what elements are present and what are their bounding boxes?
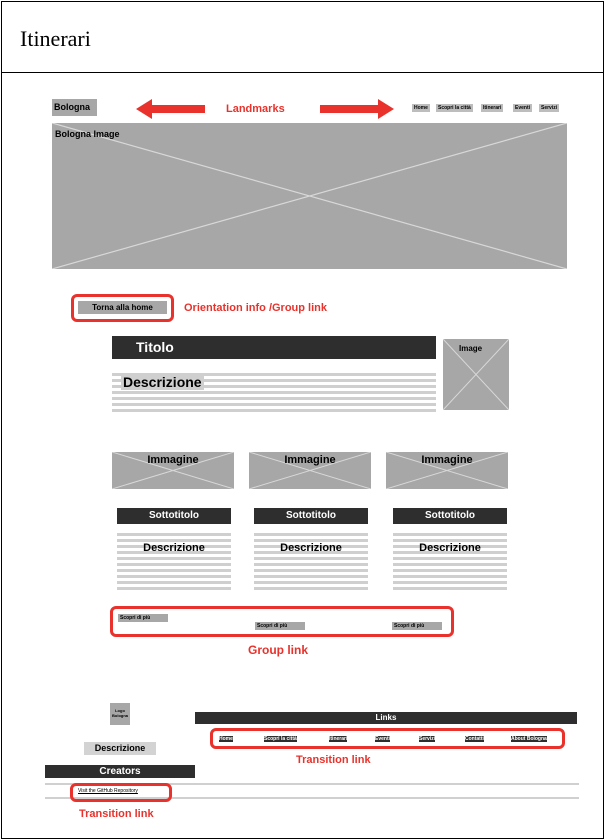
links-transition-annotation: Transition link	[296, 754, 371, 766]
nav-scopri[interactable]: Scopri la città	[436, 104, 473, 112]
nav-home[interactable]: Home	[412, 104, 430, 112]
footer-link-scopri[interactable]: Scopri la città	[264, 736, 297, 742]
creators-bar: Creators	[45, 765, 195, 778]
nav-servizi[interactable]: Servizi	[539, 104, 560, 112]
intro-image: Image	[443, 339, 509, 410]
card-image: Immagine	[386, 452, 508, 489]
card-description-block: Descrizione	[393, 530, 507, 592]
hero-image: Bologna Image	[52, 123, 567, 269]
footer-link-about[interactable]: About Bologna	[511, 736, 547, 742]
intro-description-block: Descrizione	[112, 370, 436, 412]
hero-label: Bologna Image	[55, 129, 120, 139]
intro-image-label: Image	[459, 344, 483, 353]
card-description-block: Descrizione	[117, 530, 231, 592]
landmarks-annotation: Landmarks	[226, 103, 285, 115]
repo-transition-annotation: Transition link	[79, 808, 154, 820]
nav-itinerari[interactable]: Itinerari	[481, 104, 504, 112]
card-image-label: Immagine	[421, 454, 473, 466]
intro-description: Descrizione	[121, 374, 204, 390]
footer-link-contatti[interactable]: Contatti	[465, 736, 484, 742]
card-image: Immagine	[249, 452, 371, 489]
orientation-annotation: Orientation info /Group link	[184, 302, 327, 314]
footer-logo[interactable]: Logo Bologna	[110, 703, 130, 725]
card-image-label: Immagine	[284, 454, 336, 466]
card-link[interactable]: Scopri di più	[118, 614, 168, 622]
card-subtitle: Sottotitolo	[117, 508, 231, 524]
footer-link-home[interactable]: Home	[219, 736, 233, 742]
header-divider	[1, 72, 604, 73]
footer-description: Descrizione	[84, 742, 156, 755]
card-link[interactable]: Scopri di più	[392, 622, 442, 630]
card-description: Descrizione	[280, 542, 342, 554]
card-description-block: Descrizione	[254, 530, 368, 592]
arrow-left-icon	[136, 99, 205, 119]
nav-eventi[interactable]: Eventi	[513, 104, 533, 112]
footer-link-eventi[interactable]: Eventi	[375, 736, 391, 742]
card-description: Descrizione	[419, 542, 481, 554]
links-bar: Links	[195, 712, 577, 724]
back-home-link[interactable]: Torna alla home	[78, 301, 167, 314]
site-logo[interactable]: Bologna	[52, 99, 97, 116]
arrow-right-icon	[320, 99, 394, 119]
card-subtitle: Sottotitolo	[393, 508, 507, 524]
card-link[interactable]: Scopri di più	[255, 622, 305, 630]
footer-link-itinerari[interactable]: Itinerari	[329, 736, 348, 742]
card-subtitle: Sottotitolo	[254, 508, 368, 524]
placeholder-cross-icon	[52, 123, 567, 269]
card-description: Descrizione	[143, 542, 205, 554]
footer-link-servizi[interactable]: Servizi	[419, 736, 436, 742]
repo-link[interactable]: Visit the GitHub Repository	[78, 788, 138, 794]
card-image-label: Immagine	[147, 454, 199, 466]
page-title: Itinerari	[20, 26, 91, 51]
intro-title: Titolo	[112, 336, 436, 359]
group-link-annotation: Group link	[248, 643, 308, 657]
card-image: Immagine	[112, 452, 234, 489]
